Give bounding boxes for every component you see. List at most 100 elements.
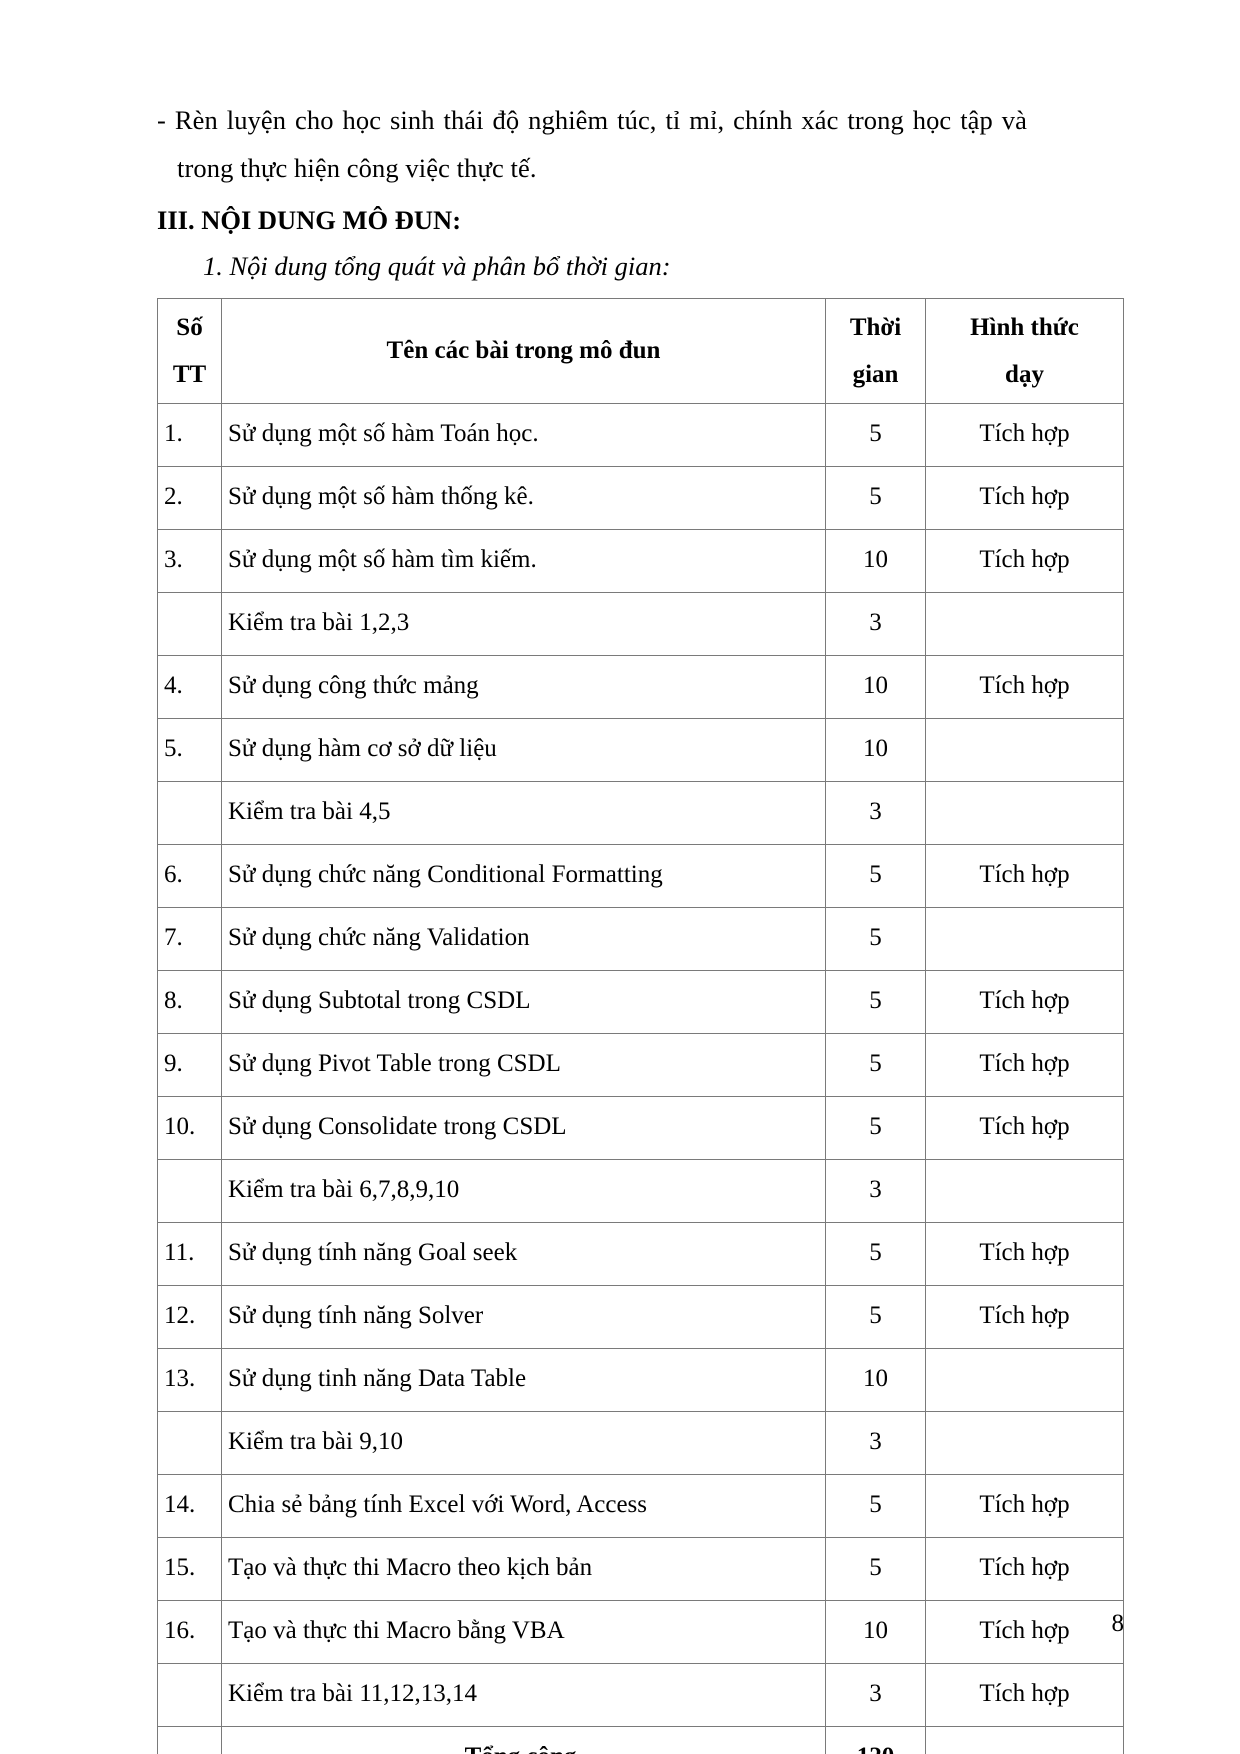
- cell-time: 5: [825, 1537, 926, 1601]
- header-cell-form: Hình thức dạy: [925, 298, 1124, 404]
- cell-no: 10.: [157, 1096, 222, 1160]
- document-page: - Rèn luyện cho học sinh thái độ nghiêm …: [0, 0, 1240, 1754]
- cell-time: 5: [825, 1285, 926, 1349]
- cell-no: [157, 1726, 222, 1754]
- header-time-line2: gian: [852, 361, 899, 388]
- header-form-line1: Hình thức: [970, 313, 1079, 341]
- cell-name: Tổng cộng: [221, 1726, 826, 1754]
- cell-time: 5: [825, 466, 926, 530]
- cell-name: Sử dụng tinh năng Data Table: [221, 1348, 826, 1412]
- cell-no: 11.: [157, 1222, 222, 1286]
- cell-form: [925, 1726, 1124, 1754]
- cell-name: Sử dụng một số hàm thống kê.: [221, 466, 826, 530]
- bullet-dash: -: [157, 105, 166, 135]
- page-content: - Rèn luyện cho học sinh thái độ nghiêm …: [157, 96, 1124, 1754]
- header-no-line2: TT: [172, 361, 207, 388]
- cell-no: [157, 1159, 222, 1223]
- cell-name: Sử dụng công thức mảng: [221, 655, 826, 719]
- header-cell-no: Số TT: [157, 298, 222, 404]
- table-row: Kiểm tra bài 9,10 3: [157, 1411, 1124, 1475]
- table-row: 14. Chia sẻ bảng tính Excel với Word, Acc…: [157, 1474, 1124, 1538]
- table-row: 9. Sử dụng Pivot Table trong CSDL 5 Tích hợ…: [157, 1033, 1124, 1097]
- cell-name: Sử dụng Subtotal trong CSDL: [221, 970, 826, 1034]
- table-row: 5. Sử dụng hàm cơ sở dữ liệu 10: [157, 718, 1124, 782]
- cell-time: 120: [825, 1726, 926, 1754]
- cell-name: Sử dụng chức năng Conditional Formatting: [221, 844, 826, 908]
- cell-no: 8.: [157, 970, 222, 1034]
- cell-form: Tích hợp: [925, 529, 1124, 593]
- cell-time: 10: [825, 529, 926, 593]
- cell-no: [157, 781, 222, 845]
- cell-name: Kiểm tra bài 1,2,3: [221, 592, 826, 656]
- table-row: 3. Sử dụng một số hàm tìm kiếm. 10 Tích hợp: [157, 529, 1124, 593]
- cell-no: 1.: [157, 403, 222, 467]
- intro-text: Rèn luyện cho học sinh thái độ nghiêm tú…: [174, 105, 1027, 183]
- cell-no: 13.: [157, 1348, 222, 1412]
- cell-form: [925, 1348, 1124, 1412]
- cell-form: Tích hợp: [925, 1474, 1124, 1538]
- cell-time: 10: [825, 655, 926, 719]
- table-row: 10. Sử dụng Consolidate trong CSDL 5 Tích h…: [157, 1096, 1124, 1160]
- cell-no: [157, 1663, 222, 1727]
- cell-form: [925, 907, 1124, 971]
- table-row: 16. Tạo và thực thi Macro bằng VBA 10 Tích …: [157, 1600, 1124, 1664]
- cell-time: 5: [825, 970, 926, 1034]
- cell-name: Chia sẻ bảng tính Excel với Word, Access: [221, 1474, 826, 1538]
- table-row: 7. Sử dụng chức năng Validation 5: [157, 907, 1124, 971]
- cell-time: 10: [825, 1600, 926, 1664]
- table-row: Kiểm tra bài 1,2,3 3: [157, 592, 1124, 656]
- table-row: Kiểm tra bài 4,5 3: [157, 781, 1124, 845]
- cell-time: 5: [825, 844, 926, 908]
- cell-time: 3: [825, 1159, 926, 1223]
- table-row: 6. Sử dụng chức năng Conditional Formatti…: [157, 844, 1124, 908]
- header-no-line1: Số: [176, 313, 203, 341]
- cell-form: [925, 592, 1124, 656]
- cell-time: 10: [825, 1348, 926, 1412]
- cell-no: 6.: [157, 844, 222, 908]
- table-row: 12. Sử dụng tính năng Solver 5 Tích hợp: [157, 1285, 1124, 1349]
- table-total-row: Tổng cộng120: [157, 1726, 1124, 1754]
- table-row: 1. Sử dụng một số hàm Toán học. 5 Tích hợp: [157, 403, 1124, 467]
- cell-no: 7.: [157, 907, 222, 971]
- module-content-table: Số TT Tên các bài trong mô đun Thời gian: [157, 298, 1124, 1754]
- cell-no: 16.: [157, 1600, 222, 1664]
- cell-form: Tích hợp: [925, 844, 1124, 908]
- cell-form: [925, 1159, 1124, 1223]
- cell-form: Tích hợp: [925, 403, 1124, 467]
- header-cell-name: Tên các bài trong mô đun: [221, 298, 826, 404]
- table-header: Số TT Tên các bài trong mô đun Thời gian: [157, 298, 1124, 404]
- cell-form: Tích hợp: [925, 1663, 1124, 1727]
- table-row: 15. Tạo và thực thi Macro theo kịch bản 5 T…: [157, 1537, 1124, 1601]
- cell-time: 3: [825, 592, 926, 656]
- cell-form: Tích hợp: [925, 1222, 1124, 1286]
- cell-time: 5: [825, 907, 926, 971]
- cell-name: Sử dụng hàm cơ sở dữ liệu: [221, 718, 826, 782]
- cell-name: Sử dụng tính năng Solver: [221, 1285, 826, 1349]
- cell-name: Tạo và thực thi Macro theo kịch bản: [221, 1537, 826, 1601]
- cell-no: 9.: [157, 1033, 222, 1097]
- cell-form: Tích hợp: [925, 970, 1124, 1034]
- table-header-row: Số TT Tên các bài trong mô đun Thời gian: [157, 298, 1124, 404]
- cell-no: [157, 592, 222, 656]
- cell-name: Sử dụng chức năng Validation: [221, 907, 826, 971]
- cell-time: 5: [825, 403, 926, 467]
- cell-form: Tích hợp: [925, 1285, 1124, 1349]
- cell-name: Sử dụng Pivot Table trong CSDL: [221, 1033, 826, 1097]
- cell-no: 15.: [157, 1537, 222, 1601]
- table-row: Kiểm tra bài 6,7,8,9,10 3: [157, 1159, 1124, 1223]
- cell-time: 5: [825, 1096, 926, 1160]
- cell-time: 5: [825, 1222, 926, 1286]
- cell-no: 4.: [157, 655, 222, 719]
- table-body: 1. Sử dụng một số hàm Toán học. 5 Tích hợp 2…: [157, 403, 1124, 1754]
- table-row: 4. Sử dụng công thức mảng 10 Tích hợp: [157, 655, 1124, 719]
- intro-paragraph: - Rèn luyện cho học sinh thái độ nghiêm …: [157, 96, 1027, 192]
- cell-name: Sử dụng tính năng Goal seek: [221, 1222, 826, 1286]
- cell-form: Tích hợp: [925, 1600, 1124, 1664]
- cell-name: Kiểm tra bài 6,7,8,9,10: [221, 1159, 826, 1223]
- cell-form: [925, 781, 1124, 845]
- cell-no: 5.: [157, 718, 222, 782]
- cell-name: Sử dụng một số hàm tìm kiếm.: [221, 529, 826, 593]
- cell-time: 5: [825, 1033, 926, 1097]
- cell-name: Sử dụng Consolidate trong CSDL: [221, 1096, 826, 1160]
- header-name-label: Tên các bài trong mô đun: [386, 337, 661, 365]
